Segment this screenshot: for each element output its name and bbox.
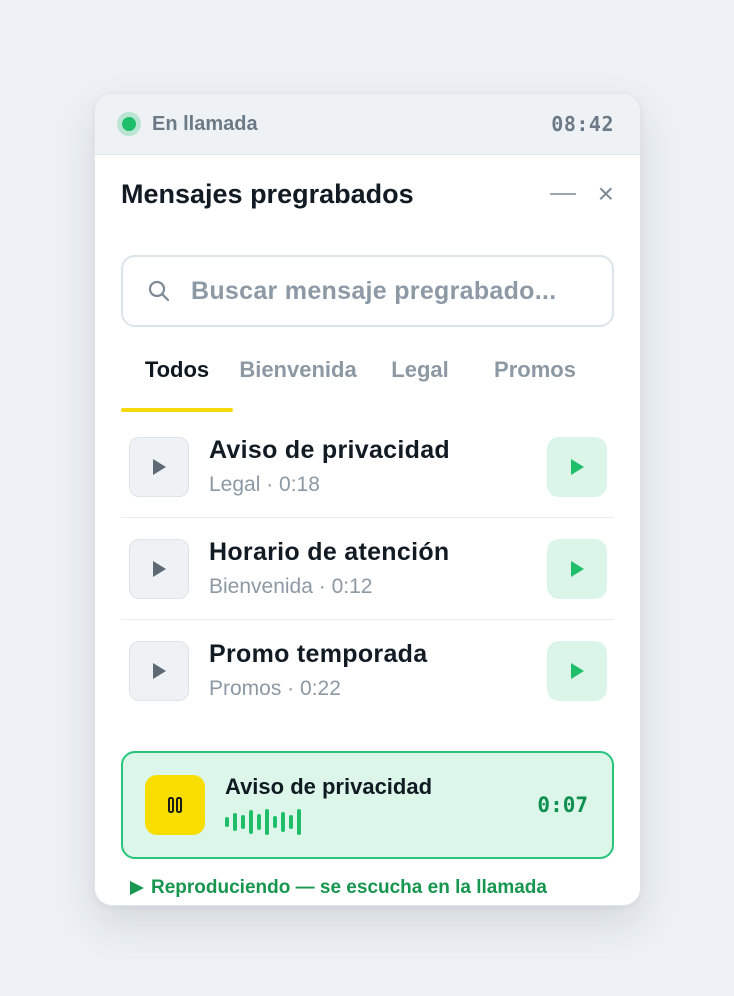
play-in-call-button[interactable] [547,436,607,497]
search-input[interactable] [189,275,588,307]
message-title: Promo temporada [209,640,428,668]
pause-button[interactable] [145,775,205,835]
tab-legal[interactable]: Legal [363,357,477,407]
minimize-button[interactable] [549,193,576,195]
live-indicator-icon [122,117,136,131]
play-in-call-button[interactable] [547,640,607,701]
panel-header: Mensajes pregrabados × [95,155,640,233]
message-row[interactable]: Promo temporada Promos · 0:22 [121,620,614,721]
prerecorded-messages-panel: En llamada 08:42 Mensajes pregrabados × … [94,93,641,906]
message-meta: Promos · 0:22 [209,677,341,700]
search-box[interactable] [121,255,614,327]
tab-bienvenida[interactable]: Bienvenida [233,357,363,407]
tab-promos[interactable]: Promos [477,357,593,407]
playback-status-text: Reproduciendo — se escucha en la llamada [151,877,547,898]
close-button[interactable]: × [598,180,614,208]
playback-elapsed: 0:07 [537,793,588,817]
play-icon [153,458,166,475]
pause-icon [168,797,182,813]
panel-title: Mensajes pregrabados [121,178,414,209]
preview-button[interactable] [129,538,189,599]
play-triangle-icon [130,881,144,895]
preview-button[interactable] [129,640,189,701]
message-meta: Legal · 0:18 [209,473,320,496]
call-status-label: En llamada [152,112,258,135]
now-playing-title: Aviso de privacidad [225,774,433,799]
messages-list: Aviso de privacidad Legal · 0:18 Horario… [121,416,614,721]
message-meta: Bienvenida · 0:12 [209,575,373,598]
tab-todos[interactable]: Todos [121,357,233,407]
audio-waveform [225,808,537,836]
play-icon [571,560,584,577]
play-icon [571,662,584,679]
play-icon [153,560,166,577]
play-icon [571,458,584,475]
play-icon [153,662,166,679]
active-tab-indicator [121,408,233,412]
category-tabs: Todos Bienvenida Legal Promos [121,357,614,412]
call-status-bar: En llamada 08:42 [95,94,640,155]
play-in-call-button[interactable] [547,538,607,599]
message-title: Aviso de privacidad [209,436,450,464]
search-icon [148,280,170,302]
message-row[interactable]: Aviso de privacidad Legal · 0:18 [121,416,614,518]
message-title: Horario de atención [209,538,450,566]
preview-button[interactable] [129,436,189,497]
now-playing-card: Aviso de privacidad 0:07 [121,751,614,859]
call-timer: 08:42 [551,112,614,136]
message-row[interactable]: Horario de atención Bienvenida · 0:12 [121,518,614,620]
playback-status: Reproduciendo — se escucha en la llamada [129,877,640,899]
